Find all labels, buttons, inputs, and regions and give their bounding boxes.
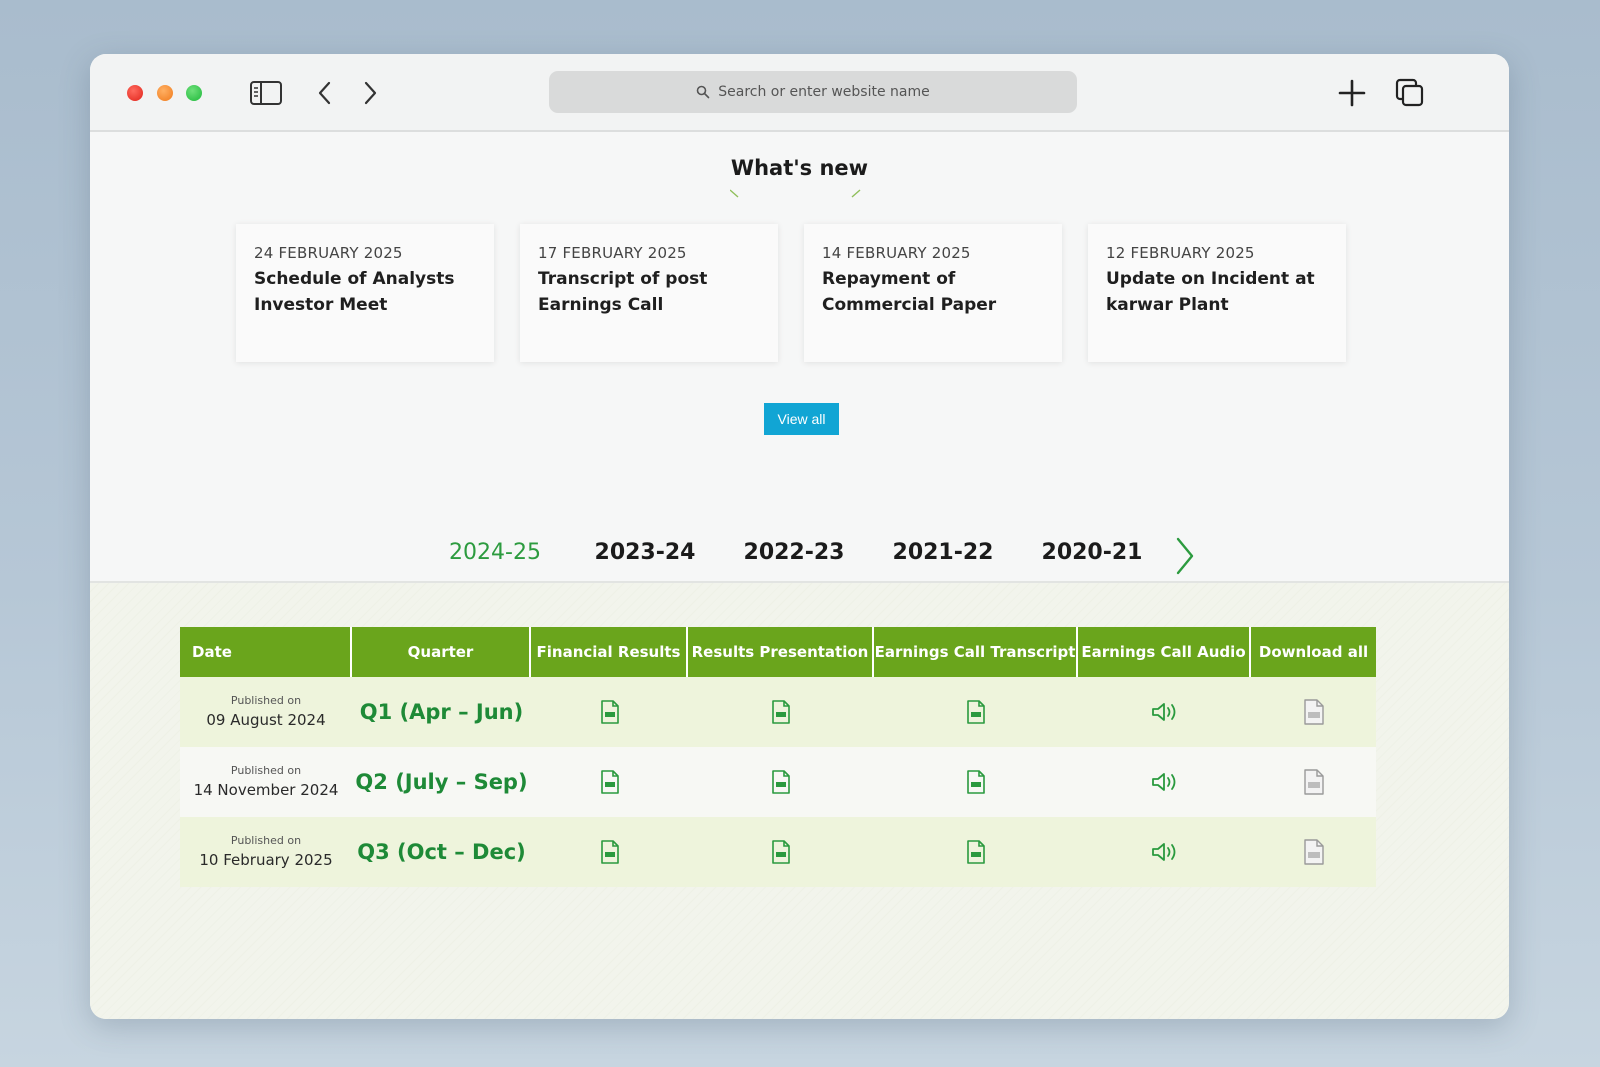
results-presentation-pdf-icon[interactable] bbox=[688, 677, 874, 747]
news-title[interactable]: Repayment of Commercial Paper bbox=[822, 266, 1046, 318]
back-icon[interactable] bbox=[307, 76, 343, 110]
address-bar[interactable]: Search or enter website name bbox=[549, 71, 1077, 113]
news-card[interactable]: 17 FEBRUARY 2025 Transcript of post Earn… bbox=[520, 224, 778, 362]
financial-results-pdf-icon[interactable] bbox=[531, 677, 688, 747]
news-card[interactable]: 12 FEBRUARY 2025 Update on Incident at k… bbox=[1088, 224, 1346, 362]
news-card[interactable]: 24 FEBRUARY 2025 Schedule of Analysts In… bbox=[236, 224, 494, 362]
financial-results-pdf-icon[interactable] bbox=[531, 747, 688, 817]
header-results-presentation: Results Presentation bbox=[688, 627, 874, 677]
results-presentation-pdf-icon[interactable] bbox=[688, 817, 874, 887]
quarter-cell: Q1 (Apr – Jun) bbox=[352, 677, 531, 747]
chevron-right-icon[interactable] bbox=[1172, 535, 1196, 577]
news-card[interactable]: 14 FEBRUARY 2025 Repayment of Commercial… bbox=[804, 224, 1062, 362]
results-presentation-pdf-icon[interactable] bbox=[688, 747, 874, 817]
speaker-icon[interactable] bbox=[1078, 747, 1251, 817]
news-date: 24 FEBRUARY 2025 bbox=[254, 244, 403, 262]
year-tabs: 2024-25 2023-24 2022-23 2021-22 2020-21 bbox=[90, 540, 1509, 580]
published-label: Published on bbox=[230, 764, 302, 778]
quarter-cell: Q2 (July – Sep) bbox=[352, 747, 531, 817]
browser-toolbar: Search or enter website name bbox=[90, 54, 1509, 132]
published-label: Published on bbox=[230, 694, 302, 708]
tab-2020-21[interactable]: 2020-21 bbox=[1042, 540, 1143, 565]
table-header: Date Quarter Financial Results Results P… bbox=[180, 627, 1376, 677]
news-title[interactable]: Transcript of post Earnings Call bbox=[538, 266, 762, 318]
published-date: 14 November 2024 bbox=[193, 781, 339, 799]
financial-results-pdf-icon[interactable] bbox=[531, 817, 688, 887]
header-date: Date bbox=[180, 627, 352, 677]
news-title[interactable]: Schedule of Analysts Investor Meet bbox=[254, 266, 478, 318]
close-window-button[interactable] bbox=[127, 85, 143, 101]
tab-2022-23[interactable]: 2022-23 bbox=[744, 540, 845, 565]
table-row: Published on 14 November 2024 Q2 (July –… bbox=[180, 747, 1376, 817]
tab-2023-24[interactable]: 2023-24 bbox=[595, 540, 696, 565]
whats-new-title: What's new bbox=[730, 156, 869, 180]
new-tab-icon[interactable] bbox=[1334, 76, 1370, 110]
date-cell: Published on 09 August 2024 bbox=[180, 677, 352, 747]
header-financial-results: Financial Results bbox=[531, 627, 688, 677]
view-all-button[interactable]: View all bbox=[764, 403, 839, 435]
published-label: Published on bbox=[230, 834, 302, 848]
tab-overview-icon[interactable] bbox=[1392, 76, 1428, 110]
news-date: 17 FEBRUARY 2025 bbox=[538, 244, 687, 262]
forward-icon[interactable] bbox=[352, 76, 388, 110]
tab-2021-22[interactable]: 2021-22 bbox=[893, 540, 994, 565]
transcript-pdf-icon[interactable] bbox=[874, 747, 1078, 817]
minimize-window-button[interactable] bbox=[157, 85, 173, 101]
published-date: 09 August 2024 bbox=[206, 711, 326, 729]
tab-2024-25[interactable]: 2024-25 bbox=[449, 540, 541, 565]
date-cell: Published on 10 February 2025 bbox=[180, 817, 352, 887]
header-download-all: Download all bbox=[1251, 627, 1376, 677]
zip-icon[interactable] bbox=[1251, 677, 1376, 747]
table-row: Published on 09 August 2024 Q1 (Apr – Ju… bbox=[180, 677, 1376, 747]
quarter-label: Q2 (July – Sep) bbox=[355, 770, 528, 794]
news-date: 14 FEBRUARY 2025 bbox=[822, 244, 971, 262]
table-row: Published on 10 February 2025 Q3 (Oct – … bbox=[180, 817, 1376, 887]
speaker-icon[interactable] bbox=[1078, 677, 1251, 747]
header-earnings-call-transcript: Earnings Call Transcript bbox=[874, 627, 1078, 677]
news-date: 12 FEBRUARY 2025 bbox=[1106, 244, 1255, 262]
news-title[interactable]: Update on Incident at karwar Plant bbox=[1106, 266, 1330, 318]
title-decoration-icon bbox=[730, 189, 861, 198]
published-date: 10 February 2025 bbox=[199, 851, 333, 869]
header-earnings-call-audio: Earnings Call Audio bbox=[1078, 627, 1251, 677]
quarter-label: Q3 (Oct – Dec) bbox=[357, 840, 526, 864]
search-icon bbox=[696, 85, 710, 99]
zip-icon[interactable] bbox=[1251, 747, 1376, 817]
date-cell: Published on 14 November 2024 bbox=[180, 747, 352, 817]
header-quarter: Quarter bbox=[352, 627, 531, 677]
speaker-icon[interactable] bbox=[1078, 817, 1251, 887]
zip-icon[interactable] bbox=[1251, 817, 1376, 887]
sidebar-toggle-icon[interactable] bbox=[248, 76, 284, 110]
browser-window: Search or enter website name What's new … bbox=[90, 54, 1509, 1019]
maximize-window-button[interactable] bbox=[186, 85, 202, 101]
transcript-pdf-icon[interactable] bbox=[874, 817, 1078, 887]
quarter-label: Q1 (Apr – Jun) bbox=[359, 700, 524, 724]
transcript-pdf-icon[interactable] bbox=[874, 677, 1078, 747]
address-placeholder: Search or enter website name bbox=[718, 84, 930, 100]
quarter-cell: Q3 (Oct – Dec) bbox=[352, 817, 531, 887]
